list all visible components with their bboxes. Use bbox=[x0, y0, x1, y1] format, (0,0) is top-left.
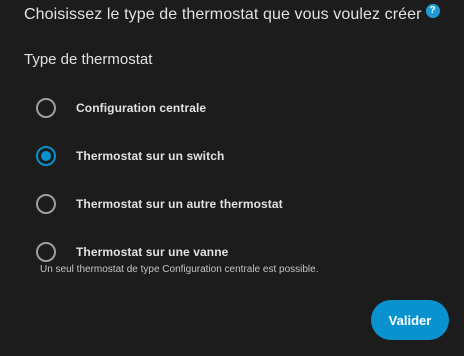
radio-unchecked-icon bbox=[36, 242, 56, 262]
radio-option-thermostat-switch[interactable]: Thermostat sur un switch bbox=[36, 132, 456, 180]
radio-label: Thermostat sur un switch bbox=[76, 149, 225, 163]
help-icon[interactable]: ? bbox=[425, 4, 440, 18]
thermostat-type-radio-group: Configuration centrale Thermostat sur un… bbox=[36, 84, 456, 276]
radio-label: Configuration centrale bbox=[76, 101, 207, 115]
radio-button[interactable] bbox=[36, 242, 56, 262]
radio-unchecked-icon bbox=[36, 194, 56, 214]
hint-text: Un seul thermostat de type Configuration… bbox=[40, 264, 319, 275]
radio-label: Thermostat sur un autre thermostat bbox=[76, 197, 283, 211]
radio-option-configuration-centrale[interactable]: Configuration centrale bbox=[36, 84, 456, 132]
radio-unchecked-icon bbox=[36, 98, 56, 118]
section-label: Type de thermostat bbox=[24, 51, 153, 68]
radio-button[interactable] bbox=[36, 146, 56, 166]
dialog-header: Choisissez le type de thermostat que vou… bbox=[24, 4, 440, 26]
dialog-title: Choisissez le type de thermostat que vou… bbox=[24, 6, 422, 23]
validate-button[interactable]: Valider bbox=[371, 300, 449, 340]
radio-button[interactable] bbox=[36, 98, 56, 118]
radio-checked-icon bbox=[36, 146, 56, 166]
radio-button[interactable] bbox=[36, 194, 56, 214]
thermostat-type-dialog: Choisissez le type de thermostat que vou… bbox=[0, 0, 464, 356]
radio-option-thermostat-autre-thermostat[interactable]: Thermostat sur un autre thermostat bbox=[36, 180, 456, 228]
radio-label: Thermostat sur une vanne bbox=[76, 245, 229, 259]
